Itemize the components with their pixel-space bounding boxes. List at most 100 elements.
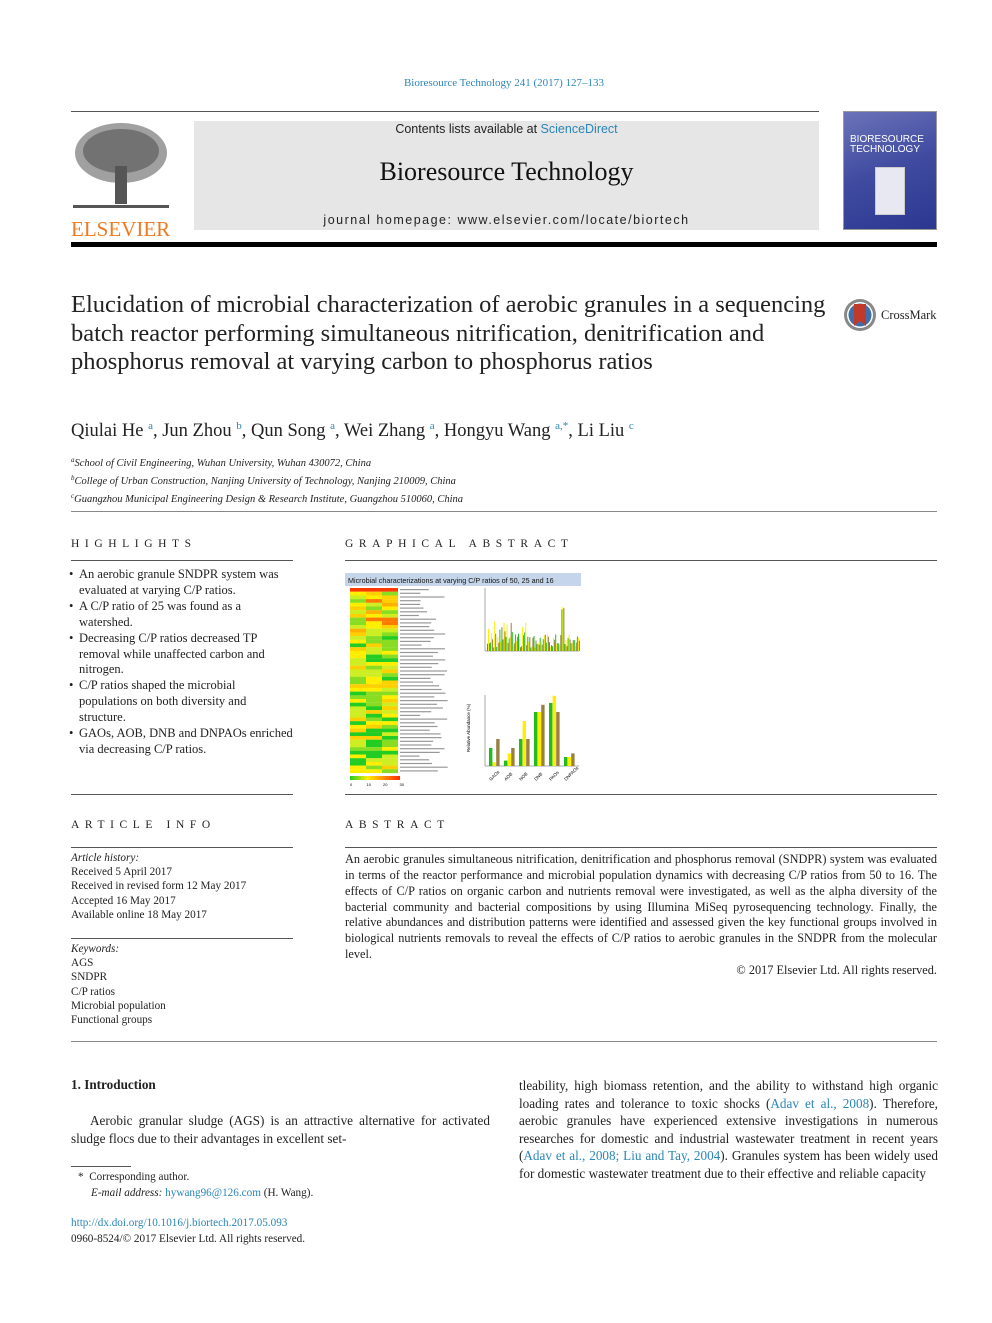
elsevier-logo: ELSEVIER	[71, 121, 171, 241]
heatmap-cell	[350, 761, 366, 766]
elsevier-wordmark: ELSEVIER	[71, 217, 171, 241]
bar	[526, 645, 528, 651]
heatmap-cell	[350, 599, 366, 603]
author-list: Qiulai He a, Jun Zhou b, Qun Song a, Wei…	[71, 420, 634, 442]
citation-link[interactable]: Adav et al., 2008; Liu and Tay, 2004	[523, 1148, 720, 1163]
divider	[71, 560, 293, 561]
heatmap-cell	[382, 606, 398, 611]
taxon-label	[400, 707, 443, 709]
bar	[496, 739, 500, 766]
heatmap-cell	[382, 669, 398, 674]
taxon-label	[400, 651, 438, 654]
bar	[497, 637, 499, 651]
heatmap-cell	[350, 625, 366, 629]
footnote-star: *	[78, 1171, 84, 1183]
heatmap-cell	[382, 602, 398, 607]
bar	[511, 632, 513, 651]
author-name[interactable]: Qiulai He	[71, 421, 143, 441]
bar	[507, 753, 511, 766]
bar	[528, 641, 530, 651]
author-name[interactable]: Hongyu Wang	[444, 421, 551, 441]
heatmap-cell	[382, 695, 398, 700]
keyword: SNDPR	[71, 971, 108, 984]
author-separator: ,	[152, 421, 163, 441]
crossmark-button[interactable]: CrossMark	[843, 298, 937, 332]
heatmap-cell	[382, 665, 398, 670]
journal-homepage[interactable]: journal homepage: www.elsevier.com/locat…	[194, 213, 819, 227]
masthead-bar	[71, 242, 937, 247]
author-name[interactable]: Jun Zhou	[162, 421, 231, 441]
group-label: AOB	[503, 771, 513, 781]
bar	[508, 638, 510, 651]
heatmap-cell	[382, 713, 398, 718]
taxon-label	[400, 637, 434, 639]
bar	[503, 622, 505, 651]
heatmap-cell	[350, 695, 366, 700]
author-name[interactable]: Wei Zhang	[344, 421, 425, 441]
heatmap-cell	[382, 754, 398, 759]
bar	[549, 703, 553, 766]
taxon-label	[400, 663, 439, 665]
bar	[542, 639, 544, 651]
bar	[562, 606, 564, 651]
author-affiliation-mark[interactable]: a,*	[555, 420, 568, 432]
intro-left-text: Aerobic granular sludge (AGS) is an attr…	[71, 1113, 490, 1146]
heatmap-cell	[382, 588, 398, 592]
top-bar-chart	[484, 588, 580, 652]
journal-reference[interactable]: Bioresource Technology 241 (2017) 127–13…	[0, 77, 992, 89]
heatmap-cell	[366, 613, 382, 618]
heatmap-cell	[382, 710, 398, 714]
heatmap-cell	[366, 732, 382, 737]
heatmap-cell	[382, 613, 398, 618]
heatmap-cell	[350, 662, 366, 666]
footnote-rule	[71, 1166, 131, 1167]
taxon-label	[400, 644, 422, 646]
citation-link[interactable]: Adav et al., 2008	[770, 1096, 869, 1111]
heatmap-cell	[382, 595, 398, 600]
heatmap-cell	[366, 595, 382, 600]
contents-prefix: Contents lists available at	[395, 122, 541, 136]
article-info-heading: ARTICLE INFO	[71, 819, 216, 831]
bar	[507, 643, 509, 651]
bar	[512, 645, 514, 651]
heatmap-cell	[350, 621, 366, 626]
bar	[563, 608, 565, 651]
taxon-label	[400, 744, 432, 746]
bar	[521, 646, 523, 651]
author-name[interactable]: Qun Song	[251, 421, 326, 441]
author-name[interactable]: Li Liu	[578, 421, 625, 441]
heatmap-cell	[350, 724, 366, 729]
highlight-item: Decreasing C/P ratios decreased TP remov…	[69, 631, 293, 679]
heatmap-cell	[382, 721, 398, 725]
author-affiliation-mark[interactable]: c	[629, 420, 634, 432]
bar	[556, 712, 560, 766]
heatmap-cell	[350, 687, 366, 692]
heatmap-cell	[366, 702, 382, 707]
taxon-label	[400, 674, 445, 676]
divider	[71, 1041, 937, 1042]
email-link[interactable]: hywang96@126.com	[165, 1187, 261, 1199]
bar	[499, 629, 501, 651]
taxon-label	[400, 759, 430, 761]
bar	[529, 637, 531, 651]
taxon-label	[400, 600, 421, 602]
heatmap-cell	[366, 599, 382, 603]
affiliation: bCollege of Urban Construction, Nanjing …	[71, 471, 463, 489]
taxon-label	[400, 733, 441, 735]
heatmap-cell	[382, 691, 398, 696]
bar	[504, 631, 506, 651]
author-separator: ,	[568, 421, 578, 441]
abstract-copyright: © 2017 Elsevier Ltd. All rights reserved…	[736, 962, 937, 977]
heatmap-cell	[382, 639, 398, 644]
heatmap-cell	[382, 643, 398, 648]
taxon-label	[400, 633, 446, 635]
taxon-label	[400, 655, 433, 657]
sciencedirect-link[interactable]: ScienceDirect	[541, 122, 618, 136]
group-label: DNPAOs	[563, 765, 580, 782]
heatmap-cell	[366, 632, 382, 637]
taxon-label	[400, 748, 445, 750]
bar	[540, 641, 542, 651]
heatmap-cell	[382, 628, 398, 633]
bar	[569, 639, 571, 651]
doi-link[interactable]: http://dx.doi.org/10.1016/j.biortech.201…	[71, 1217, 287, 1229]
